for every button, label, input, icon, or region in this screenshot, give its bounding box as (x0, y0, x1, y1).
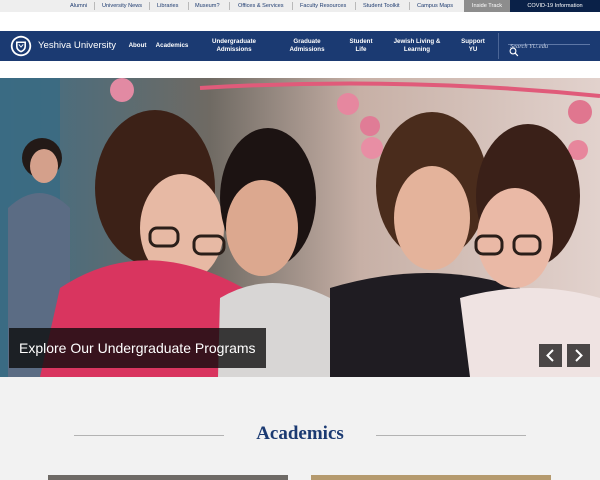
utility-divider (409, 2, 410, 10)
utility-divider (149, 2, 150, 10)
utility-link-offices-services[interactable]: Offices & Services (238, 0, 284, 12)
yu-shield-icon (10, 35, 32, 57)
utility-bar: Alumni University News Libraries Museum?… (0, 0, 600, 12)
chevron-left-icon (546, 349, 554, 362)
inside-track-link[interactable]: Inside Track (464, 0, 510, 12)
nav-graduate-admissions[interactable]: Graduate Admissions (281, 31, 333, 61)
academics-card-image[interactable] (311, 475, 551, 480)
carousel-next-button[interactable] (567, 344, 590, 367)
title-rule-right (376, 435, 526, 436)
utility-divider (188, 2, 189, 10)
covid-info-link[interactable]: COVID-19 Information (510, 0, 600, 12)
nav-academics[interactable]: Academics (153, 31, 191, 61)
academics-section: Academics (0, 377, 600, 480)
nav-divider (498, 33, 499, 59)
brand-name: Yeshiva University (38, 40, 117, 51)
utility-divider (292, 2, 293, 10)
utility-divider (355, 2, 356, 10)
utility-link-student-toolkit[interactable]: Student Toolkit (363, 0, 400, 12)
utility-link-museum[interactable]: Museum? (195, 0, 220, 12)
yu-logo-link[interactable]: Yeshiva University (10, 35, 122, 57)
hero-caption[interactable]: Explore Our Undergraduate Programs (9, 328, 266, 368)
main-navigation: Yeshiva University About Academics Under… (0, 31, 600, 61)
utility-link-university-news[interactable]: University News (102, 0, 142, 12)
utility-divider (94, 2, 95, 10)
header-spacer (0, 61, 600, 78)
nav-student-life[interactable]: Student Life (343, 31, 379, 61)
utility-link-libraries[interactable]: Libraries (157, 0, 178, 12)
academics-heading: Academics (256, 423, 344, 444)
search-icon[interactable] (509, 47, 519, 57)
utility-divider (229, 2, 230, 10)
search-box (508, 35, 590, 51)
chevron-right-icon (575, 349, 583, 362)
nav-jewish-living-learning[interactable]: Jewish Living & Learning (388, 31, 446, 61)
search-input[interactable] (508, 42, 590, 51)
carousel-prev-button[interactable] (539, 344, 562, 367)
utility-link-faculty-resources[interactable]: Faculty Resources (300, 0, 346, 12)
academics-card-image[interactable] (48, 475, 288, 480)
utility-link-campus-maps[interactable]: Campus Maps (417, 0, 453, 12)
nav-about[interactable]: About (124, 31, 151, 61)
utility-link-alumni[interactable]: Alumni (70, 0, 87, 12)
nav-support-yu[interactable]: Support YU (455, 31, 491, 61)
nav-undergraduate-admissions[interactable]: Undergraduate Admissions (201, 31, 267, 61)
